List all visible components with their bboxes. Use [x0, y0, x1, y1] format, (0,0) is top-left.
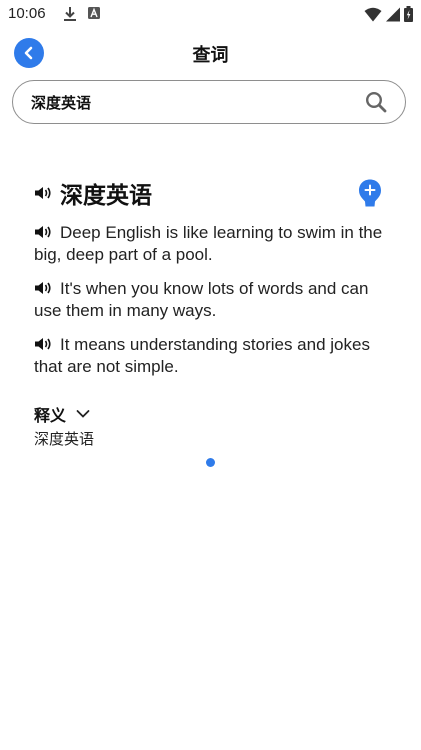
definition-label: 释义 — [34, 406, 67, 425]
example-sentence: It's when you know lots of words and can… — [34, 278, 384, 322]
add-to-wordbook-icon[interactable] — [357, 178, 383, 208]
signal-icon — [386, 7, 400, 21]
speaker-icon[interactable] — [34, 225, 52, 239]
example-sentence: Deep English is like learning to swim in… — [34, 222, 384, 266]
a-box-icon — [88, 7, 100, 19]
loading-indicator — [206, 458, 215, 467]
search-input[interactable] — [31, 89, 351, 115]
wifi-icon — [364, 7, 382, 21]
search-bar — [12, 80, 406, 124]
word-title: 深度英语 — [60, 183, 152, 209]
app-header: 查词 — [0, 30, 421, 76]
search-icon[interactable] — [365, 91, 387, 113]
dictionary-page: 10:06 查词 深度英语 深度英语 Deep English is like … — [0, 0, 421, 750]
chevron-down-icon — [76, 410, 90, 418]
example-sentences: Deep English is like learning to swim in… — [34, 222, 384, 390]
word-heading-row: 深度英语 — [34, 176, 384, 210]
status-bar: 10:06 — [0, 0, 421, 28]
definition-text: 深度英语 — [34, 430, 95, 448]
status-time: 10:06 — [8, 5, 46, 22]
sentence-text: It means understanding stories and jokes… — [34, 335, 370, 376]
status-icons — [364, 6, 413, 22]
speaker-icon[interactable] — [34, 186, 52, 200]
definition-fade — [34, 446, 194, 452]
definition-toggle[interactable]: 释义 — [34, 403, 90, 425]
download-icon — [64, 7, 76, 21]
page-title: 查词 — [192, 45, 229, 66]
speaker-icon[interactable] — [34, 281, 52, 295]
speaker-icon[interactable] — [34, 337, 52, 351]
sentence-text: Deep English is like learning to swim in… — [34, 223, 383, 264]
sentence-text: It's when you know lots of words and can… — [34, 279, 369, 320]
battery-icon — [404, 6, 413, 22]
example-sentence: It means understanding stories and jokes… — [34, 334, 384, 378]
